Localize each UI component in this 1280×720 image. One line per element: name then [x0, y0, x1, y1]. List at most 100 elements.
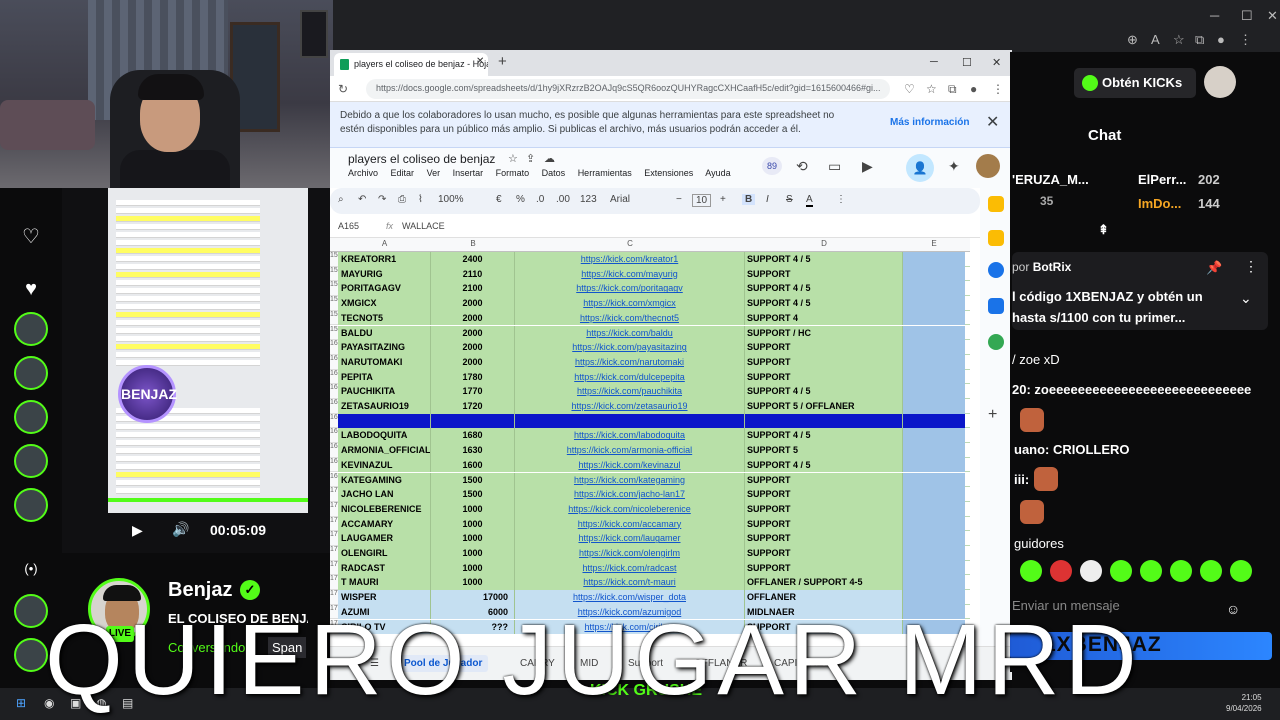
more-formats-button[interactable]: 123 — [580, 194, 597, 205]
followed-channel-avatar[interactable] — [14, 444, 48, 478]
cell-kick-link[interactable]: https://kick.com/dulcepepita — [515, 369, 745, 385]
followed-channel-avatar[interactable] — [14, 312, 48, 346]
profile-icon[interactable]: ● — [1217, 32, 1225, 47]
menu-formato[interactable]: Formato — [496, 168, 530, 178]
keep-icon[interactable] — [988, 196, 1004, 212]
star-icon[interactable]: ☆ — [508, 152, 518, 165]
row-number[interactable]: 174 — [330, 546, 342, 561]
table-row[interactable]: PAUCHIKITA 1770 https://kick.com/pauchikit… — [338, 384, 970, 399]
volume-icon[interactable]: 🔊 — [172, 521, 189, 538]
menu-herramientas[interactable]: Herramientas — [578, 168, 632, 178]
maximize-icon[interactable]: ☐ — [1241, 8, 1253, 24]
table-row[interactable]: PEPITA 1780 https://kick.com/dulcepepita SU… — [338, 369, 970, 385]
search-icon[interactable]: ⌕ — [338, 194, 344, 205]
menu-dots-icon[interactable]: ⋮ — [1244, 258, 1258, 275]
leaderboard-entry[interactable]: ElPerr... — [1138, 172, 1186, 187]
meet-icon[interactable]: ▶ — [862, 158, 873, 175]
table-row[interactable]: LAUGAMER 1000 https://kick.com/laugamer SUP… — [338, 531, 970, 546]
chevron-down-icon[interactable]: ⌄ — [1240, 290, 1252, 307]
table-row[interactable]: MAYURIG 2110 https://kick.com/mayurig SUPPO… — [338, 266, 970, 282]
user-avatar[interactable] — [976, 154, 1000, 178]
spreadsheet-grid[interactable]: 154 KREATORR1 2400 https://kick.com/kreator… — [330, 252, 970, 638]
close-icon[interactable]: ✕ — [1267, 8, 1278, 24]
column-header-e[interactable]: E — [903, 239, 965, 248]
menu-insertar[interactable]: Insertar — [453, 168, 484, 178]
table-row[interactable]: PORITAGAGV 2100 https://kick.com/poritagag… — [338, 281, 970, 297]
row-number[interactable]: 166 — [330, 428, 342, 444]
pinned-user[interactable]: BotRix — [1033, 260, 1072, 274]
user-avatar[interactable] — [1204, 66, 1236, 98]
followed-channel-avatar[interactable] — [14, 488, 48, 522]
cell-kick-link[interactable]: https://kick.com/labodoquita — [515, 428, 745, 444]
font-size-decrease-icon[interactable]: − — [676, 194, 682, 205]
minimize-icon[interactable]: ─ — [1210, 8, 1219, 23]
row-number[interactable]: 154 — [330, 252, 342, 267]
menu-dots-icon[interactable]: ⋮ — [1239, 32, 1252, 48]
add-addon-icon[interactable]: + — [988, 406, 1004, 423]
column-header-c[interactable]: C — [515, 239, 745, 248]
calendar-icon[interactable] — [988, 262, 1004, 278]
cell-kick-link[interactable]: https://kick.com/zetasaurio19 — [515, 399, 745, 414]
extension-icon[interactable]: A — [1151, 32, 1160, 47]
cell-kick-link[interactable]: https://kick.com/narutomaki — [515, 354, 745, 370]
cell-kick-link[interactable]: https://kick.com/poritagagv — [515, 281, 745, 297]
cell-kick-link[interactable]: https://kick.com/jacho-lan17 — [515, 487, 745, 502]
contacts-icon[interactable] — [988, 298, 1004, 314]
column-header-d[interactable]: D — [745, 239, 903, 248]
cell-kick-link[interactable]: https://kick.com/accamary — [515, 516, 745, 532]
table-row[interactable]: PAYASITAZING 2000 https://kick.com/payasit… — [338, 340, 970, 355]
menu-archivo[interactable]: Archivo — [348, 168, 378, 178]
window-maximize-icon[interactable]: ☐ — [962, 56, 972, 69]
cell-kick-link[interactable]: https://kick.com/pauchikita — [515, 384, 745, 399]
table-row[interactable]: KREATORR1 2400 https://kick.com/kreator1 SU… — [338, 252, 970, 267]
comments-icon[interactable]: ▭ — [828, 158, 841, 175]
row-number[interactable]: 173 — [330, 531, 342, 546]
menu-ver[interactable]: Ver — [427, 168, 441, 178]
cell-kick-link[interactable]: https://kick.com/laugamer — [515, 531, 745, 546]
cell-kick-link[interactable]: https://kick.com/baldu — [515, 325, 745, 341]
banner-close-icon[interactable]: ✕ — [986, 112, 999, 132]
table-row[interactable]: JACHO LAN 1500 https://kick.com/jacho-lan1… — [338, 487, 970, 502]
percent-format-button[interactable]: % — [516, 194, 525, 205]
cell-kick-link[interactable] — [515, 413, 745, 429]
row-number[interactable]: 168 — [330, 457, 342, 473]
profile-icon[interactable]: ● — [970, 82, 977, 96]
decrease-decimals-button[interactable]: .0 — [536, 194, 544, 205]
cell-kick-link[interactable]: https://kick.com/kategaming — [515, 472, 745, 488]
menu-dots-icon[interactable]: ⋮ — [992, 82, 1004, 96]
followed-channel-avatar[interactable] — [14, 356, 48, 390]
formula-input[interactable]: WALLACE — [402, 221, 445, 231]
vod-progress-bar[interactable] — [108, 498, 308, 502]
maps-icon[interactable] — [988, 334, 1004, 350]
followed-channel-avatar[interactable] — [14, 638, 48, 672]
collapse-icon[interactable]: ⇞ — [1098, 222, 1109, 238]
cell-kick-link[interactable]: https://kick.com/kevinazul — [515, 457, 745, 473]
cell-kick-link[interactable]: https://kick.com/nicoleberenice — [515, 501, 745, 517]
font-size-input[interactable]: 10 — [692, 194, 712, 207]
cell-kick-link[interactable]: https://kick.com/mayurig — [515, 266, 745, 282]
table-row[interactable]: LABODOQUITA 1680 https://kick.com/labodoqu… — [338, 428, 970, 444]
viewer-count-badge[interactable]: 89 — [762, 157, 783, 175]
followed-channel-avatar[interactable] — [14, 594, 48, 628]
paint-format-icon[interactable]: ⌇ — [418, 194, 423, 205]
vod-thumbnail[interactable] — [108, 188, 308, 513]
table-row[interactable]: TECNOT5 2000 https://kick.com/thecnot5 SUPP… — [338, 310, 970, 326]
tab-close-icon[interactable]: ✕ — [476, 56, 484, 67]
leaderboard-entry[interactable]: 'ERUZA_M... — [1012, 172, 1089, 187]
row-number[interactable]: 158 — [330, 310, 342, 326]
menu-editar[interactable]: Editar — [391, 168, 415, 178]
table-row[interactable]: BALDU 2000 https://kick.com/baldu SUPPORT /… — [338, 325, 970, 341]
row-number[interactable]: 159 — [330, 325, 342, 341]
live-signal-icon[interactable]: (•) — [16, 554, 46, 584]
extensions-icon[interactable]: ⧉ — [948, 82, 957, 97]
row-number[interactable]: 177 — [330, 590, 342, 605]
bold-button[interactable]: B — [742, 194, 756, 205]
cell-kick-link[interactable]: https://kick.com/armonia-official — [515, 443, 745, 458]
row-number[interactable]: 167 — [330, 443, 342, 458]
font-select[interactable]: Arial — [610, 194, 630, 205]
row-number[interactable]: 161 — [330, 354, 342, 370]
share-button[interactable]: 👤 — [906, 154, 934, 182]
reload-icon[interactable]: ↻ — [338, 82, 348, 96]
more-info-link[interactable]: Más información — [890, 117, 969, 128]
play-icon[interactable]: ▶ — [132, 522, 143, 539]
